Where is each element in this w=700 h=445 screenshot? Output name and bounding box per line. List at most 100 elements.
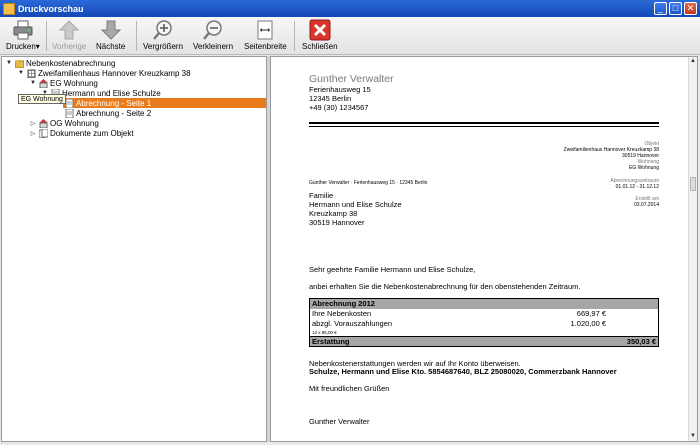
printer-icon bbox=[13, 20, 33, 40]
header-rule bbox=[309, 122, 659, 124]
recipient-line-4: 30519 Hannover bbox=[309, 218, 365, 227]
zoom-out-button[interactable]: Verkleinern bbox=[193, 19, 233, 51]
zoom-out-icon bbox=[203, 20, 222, 40]
vertical-scrollbar[interactable]: ▲ ▼ bbox=[688, 57, 697, 441]
page-width-button[interactable]: Seitenbreite bbox=[244, 19, 287, 51]
app-icon bbox=[3, 2, 15, 15]
scroll-up-icon[interactable]: ▲ bbox=[689, 57, 697, 66]
zoom-in-button[interactable]: Vergrößern bbox=[143, 19, 183, 51]
period-value: 01.01.12 - 31.12.12 bbox=[615, 184, 659, 190]
tree-item-page-2[interactable]: Abrechnung - Seite 2 bbox=[63, 108, 151, 118]
collapse-icon[interactable]: ▼ bbox=[5, 60, 13, 66]
title-bar: Druckvorschau _ □ ✕ bbox=[0, 0, 700, 17]
tree-item-label: Zweifamilienhaus Hannover Kreuzkamp 38 bbox=[38, 68, 191, 78]
next-page-label: Nächste bbox=[96, 42, 126, 51]
page-width-icon bbox=[257, 20, 273, 40]
intro-text: anbei erhalten Sie die Nebenkostenabrech… bbox=[309, 282, 581, 291]
dropdown-arrow-icon: ▾ bbox=[35, 42, 40, 51]
tree-item-og-wohnung[interactable]: ▷ OG Wohnung bbox=[29, 118, 99, 128]
expand-icon[interactable]: ▷ bbox=[29, 120, 37, 127]
close-preview-button[interactable]: Schließen bbox=[302, 19, 338, 51]
tree-item-label: Nebenkostenabrechnung bbox=[26, 58, 116, 68]
summary-table: Abrechnung 2012 Ihre Nebenkosten 669,97 … bbox=[309, 298, 659, 347]
summary-total-value: 350,03 € bbox=[626, 337, 656, 346]
recipient-line-3: Kreuzkamp 38 bbox=[309, 209, 358, 218]
tree-item-label: OG Wohnung bbox=[50, 118, 99, 128]
toolbar-separator bbox=[136, 21, 137, 51]
close-preview-label: Schließen bbox=[302, 42, 338, 51]
page-width-label: Seitenbreite bbox=[244, 42, 287, 51]
toolbar-separator bbox=[46, 21, 47, 51]
zoom-in-icon bbox=[153, 20, 172, 40]
close-window-button[interactable]: ✕ bbox=[684, 2, 697, 15]
salutation: Sehr geehrte Familie Hermann und Elise S… bbox=[309, 265, 476, 274]
tree-item-label: EG Wohnung bbox=[50, 78, 98, 88]
tree-item-label: Abrechnung - Seite 1 bbox=[76, 98, 152, 108]
sender-return-line: Gunther Verwalter · Ferienhausweg 15 · 1… bbox=[309, 180, 428, 186]
expand-icon[interactable]: ▷ bbox=[29, 130, 37, 137]
page-icon bbox=[65, 98, 74, 108]
toolbar: Drucken▾ Vorherige Nächste Vergrößern Ve… bbox=[0, 17, 700, 55]
summary-row-label: Ihre Nebenkosten bbox=[312, 309, 372, 318]
closing: Mit freundlichen Grüßen bbox=[309, 384, 390, 393]
navigation-tree: ▼ Nebenkostenabrechnung ▼ Zweifamilienha… bbox=[1, 56, 267, 442]
arrow-down-icon bbox=[100, 20, 121, 40]
arrow-up-icon bbox=[58, 20, 80, 40]
tree-item-documents[interactable]: ▷ Dokumente zum Objekt bbox=[29, 128, 134, 138]
building-icon bbox=[27, 69, 36, 78]
sender-name: Gunther Verwalter bbox=[309, 73, 394, 85]
summary-row-value: 1.020,00 € bbox=[570, 319, 606, 328]
recipient-line-1: Familie bbox=[309, 191, 334, 200]
summary-row-detail: 12 x 85,00 € bbox=[312, 330, 337, 335]
tree-item-label: Abrechnung - Seite 2 bbox=[76, 108, 152, 118]
print-label: Drucken▾ bbox=[6, 42, 40, 51]
summary-row: abzgl. Vorauszahlungen 1.020,00 € bbox=[310, 319, 658, 329]
zoom-out-label: Verkleinern bbox=[193, 42, 234, 51]
documents-icon bbox=[39, 128, 48, 138]
signature: Gunther Verwalter bbox=[309, 417, 370, 426]
maximize-button[interactable]: □ bbox=[669, 2, 682, 15]
folder-icon bbox=[15, 59, 24, 68]
tree-item-house[interactable]: ▼ Zweifamilienhaus Hannover Kreuzkamp 38 bbox=[17, 68, 191, 78]
apartment-icon bbox=[39, 118, 48, 128]
header-rule-thin bbox=[309, 126, 659, 127]
summary-title: Abrechnung 2012 bbox=[310, 299, 658, 309]
tree-item-root[interactable]: ▼ Nebenkostenabrechnung bbox=[5, 58, 115, 68]
zoom-in-label: Vergrößern bbox=[143, 42, 184, 51]
close-icon bbox=[309, 19, 331, 41]
scroll-thumb[interactable] bbox=[690, 177, 696, 191]
summary-row: Ihre Nebenkosten 669,97 € bbox=[310, 309, 658, 319]
minimize-button[interactable]: _ bbox=[654, 2, 667, 15]
created-info: Erstellt am 03.07.2014 bbox=[634, 196, 659, 208]
summary-total: Erstattung 350,03 € bbox=[310, 336, 658, 346]
flat-value: EG Wohnung bbox=[629, 165, 659, 171]
tree-item-page-1[interactable]: Abrechnung - Seite 1 bbox=[63, 98, 266, 108]
collapse-icon[interactable]: ▼ bbox=[29, 80, 37, 86]
next-page-button[interactable]: Nächste bbox=[96, 19, 125, 51]
print-preview-pane: Gunther Verwalter Ferienhausweg 15 12345… bbox=[270, 56, 698, 442]
tree-item-eg-wohnung[interactable]: ▼ EG Wohnung bbox=[29, 78, 98, 88]
summary-row-value: 669,97 € bbox=[576, 309, 606, 318]
tree-item-label: Hermann und Elise Schulze bbox=[62, 88, 161, 98]
document-page: Gunther Verwalter Ferienhausweg 15 12345… bbox=[309, 73, 659, 426]
created-value: 03.07.2014 bbox=[633, 202, 659, 208]
print-button[interactable]: Drucken▾ bbox=[6, 19, 40, 51]
sender-phone: +49 (30) 1234567 bbox=[309, 103, 369, 112]
tooltip: EG Wohnung bbox=[18, 94, 66, 104]
window-title: Druckvorschau bbox=[18, 3, 84, 14]
collapse-icon[interactable]: ▼ bbox=[17, 70, 25, 76]
sender-city: 12345 Berlin bbox=[309, 94, 352, 103]
scroll-down-icon[interactable]: ▼ bbox=[689, 432, 697, 441]
apartment-icon bbox=[39, 78, 48, 88]
bank-details: Schulze, Hermann und Elise Kto. 58546876… bbox=[309, 367, 617, 376]
period-info: Abrechnungszeitraum 01.01.12 - 31.12.12 bbox=[610, 178, 659, 190]
summary-total-label: Erstattung bbox=[312, 337, 350, 346]
previous-page-button[interactable]: Vorherige bbox=[52, 19, 86, 51]
toolbar-separator bbox=[294, 21, 295, 51]
previous-page-label: Vorherige bbox=[52, 42, 87, 51]
recipient-line-2: Hermann und Elise Schulze bbox=[309, 200, 402, 209]
object-info: Objekt Zweifamilienhaus Hannover Kreuzka… bbox=[564, 141, 659, 171]
recipient-address: Familie Hermann und Elise Schulze Kreuzk… bbox=[309, 191, 402, 227]
page-icon bbox=[65, 108, 74, 118]
sender-street: Ferienhausweg 15 bbox=[309, 85, 371, 94]
